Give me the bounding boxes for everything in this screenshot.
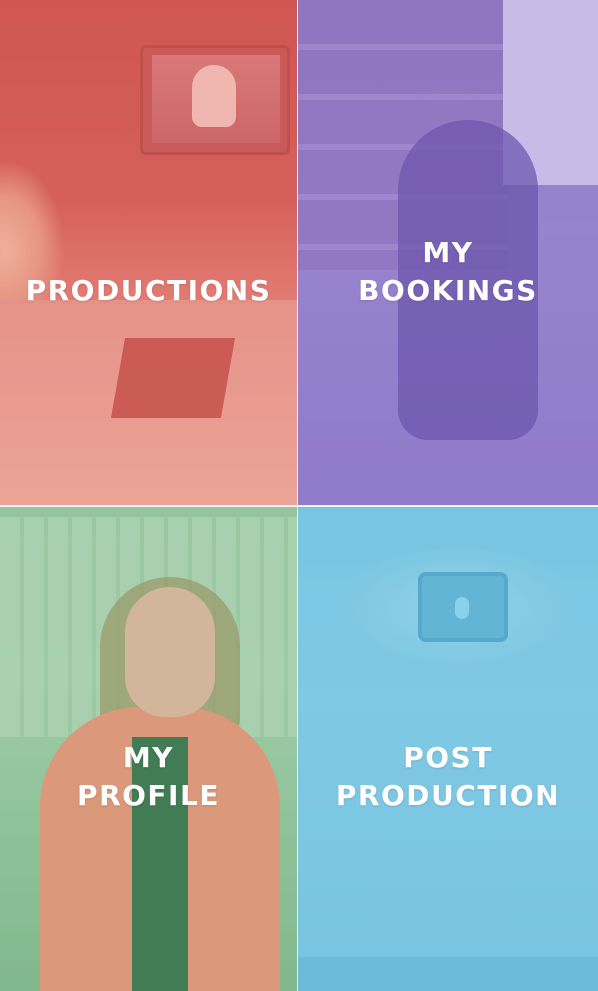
my-profile-tile[interactable]: MY PROFILE (0, 507, 297, 991)
productions-label-line: PRODUCTIONS (25, 274, 272, 307)
post-production-label-line-2: PRODUCTION (335, 779, 561, 812)
productions-label: PRODUCTIONS (0, 272, 297, 310)
my-profile-label-line-2: PROFILE (77, 779, 220, 812)
post-production-label-line-1: POST (403, 741, 493, 774)
post-production-tile[interactable]: POST PRODUCTION (298, 507, 598, 991)
post-production-label: POST PRODUCTION (298, 739, 598, 815)
my-bookings-label-line-2: BOOKINGS (358, 274, 538, 307)
my-bookings-label-line-1: MY (422, 236, 474, 269)
my-profile-label-line-1: MY (122, 741, 175, 774)
my-bookings-label: MY BOOKINGS (298, 234, 598, 310)
productions-tile[interactable]: PRODUCTIONS (0, 0, 297, 505)
my-bookings-tile[interactable]: MY BOOKINGS (298, 0, 598, 505)
my-profile-label: MY PROFILE (0, 739, 297, 815)
productions-color-overlay (0, 0, 297, 505)
dashboard-menu-grid: PRODUCTIONS MY BOOKINGS MY PROFILE POST … (0, 0, 598, 991)
